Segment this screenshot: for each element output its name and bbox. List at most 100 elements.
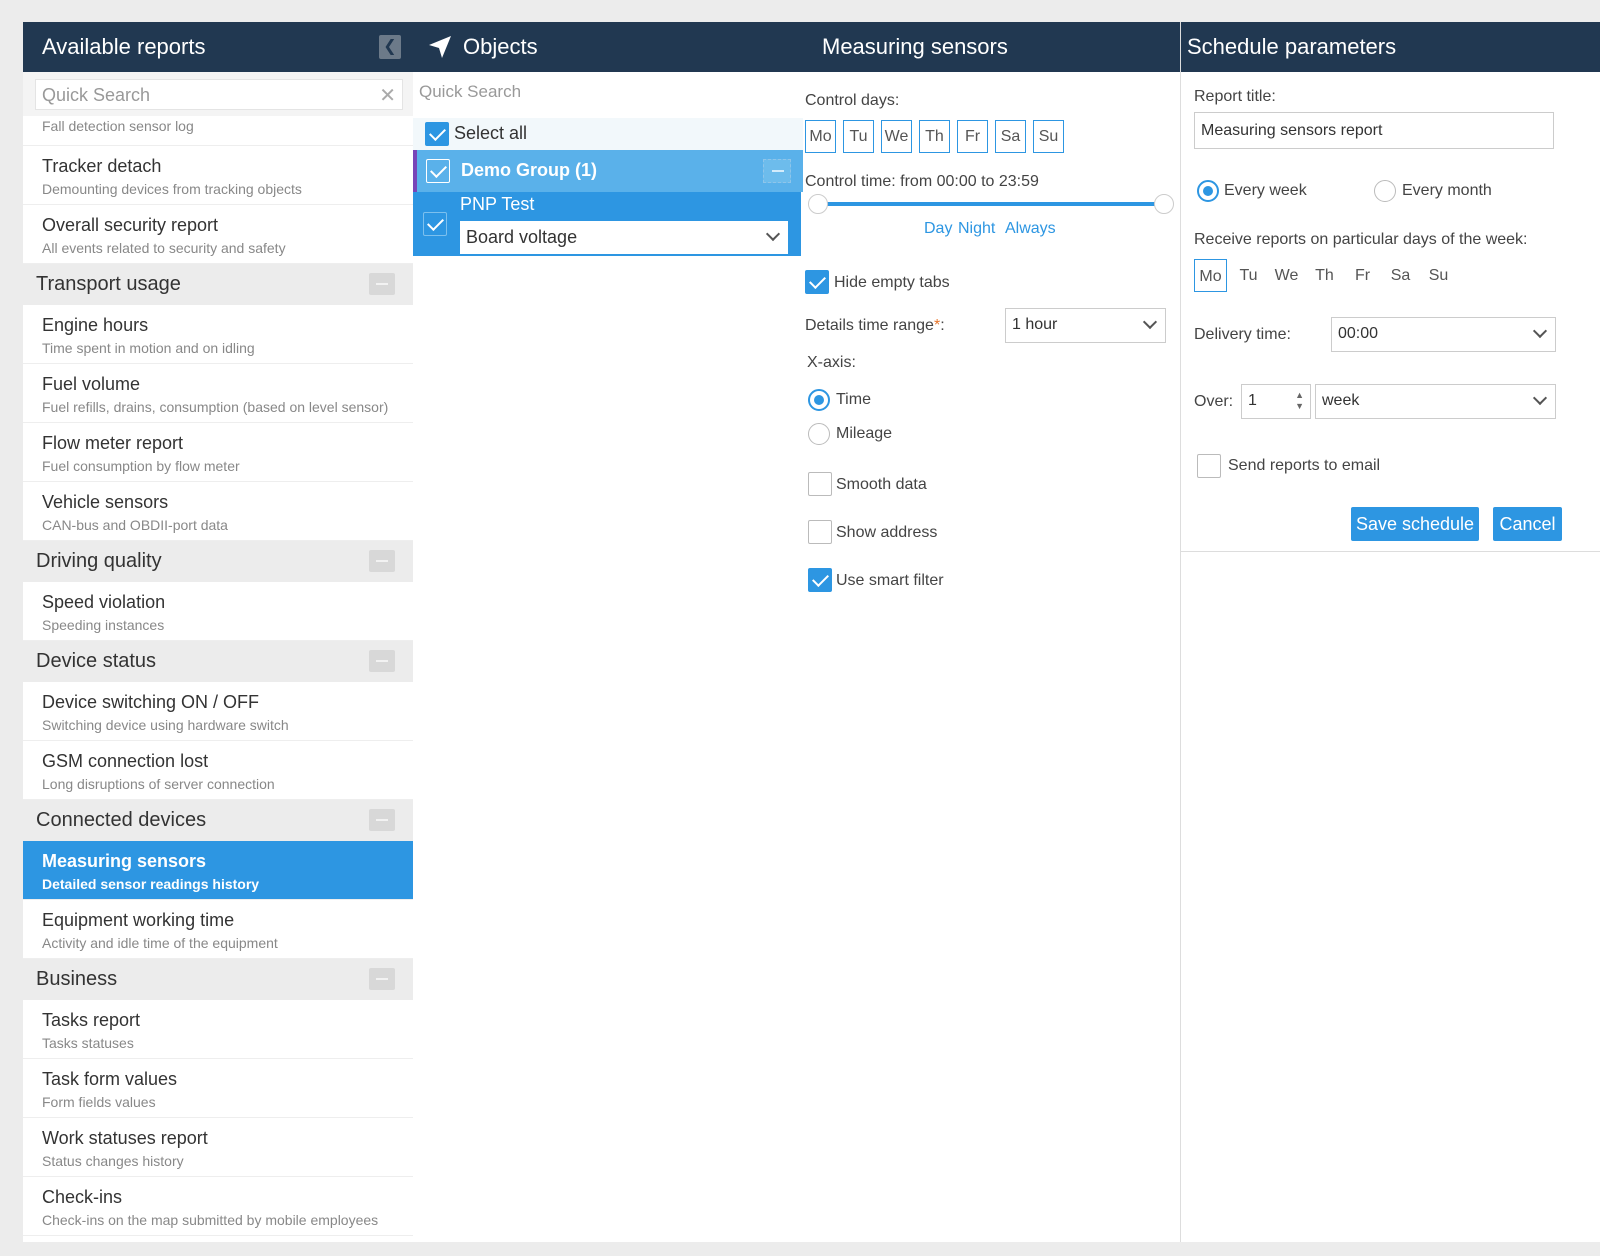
object-row[interactable]: PNP Test Board voltage: [413, 192, 801, 256]
report-item-tracker-detach[interactable]: Tracker detach Demounting devices from t…: [23, 146, 413, 205]
group-checkbox[interactable]: [426, 159, 450, 183]
objects-search-input[interactable]: Quick Search: [419, 82, 521, 102]
report-item-flow-meter[interactable]: Flow meter report Fuel consumption by fl…: [23, 423, 413, 482]
smooth-data-checkbox[interactable]: [808, 472, 832, 496]
report-title: Fuel volume: [42, 374, 141, 394]
show-address-checkbox[interactable]: [808, 520, 832, 544]
report-desc: Time spent in motion and on idling: [42, 340, 255, 356]
group-connected-devices[interactable]: Connected devices: [23, 800, 413, 841]
control-day-fr[interactable]: Fr: [957, 120, 988, 153]
smart-filter-checkbox[interactable]: [808, 568, 832, 592]
over-label: Over:: [1194, 393, 1234, 410]
report-title: Overall security report: [42, 215, 219, 235]
report-title-input[interactable]: Measuring sensors report: [1194, 112, 1554, 149]
hide-empty-tabs-checkbox[interactable]: [805, 270, 829, 294]
control-day-mo[interactable]: Mo: [805, 120, 836, 153]
report-item-task-form[interactable]: Task form values Form fields values: [23, 1059, 413, 1118]
over-number-input[interactable]: 1 ▲ ▼: [1241, 384, 1311, 419]
reports-header: Available reports ❮: [23, 22, 413, 72]
over-unit-select[interactable]: week: [1315, 384, 1556, 419]
every-week-radio[interactable]: [1197, 180, 1219, 202]
collapse-panel-icon[interactable]: ❮: [379, 35, 401, 59]
send-email-checkbox[interactable]: [1197, 454, 1221, 478]
collapse-group-icon[interactable]: [369, 809, 395, 831]
group-driving-quality[interactable]: Driving quality: [23, 541, 413, 582]
cancel-button[interactable]: Cancel: [1493, 507, 1562, 541]
xaxis-time-label: Time: [836, 391, 871, 408]
xaxis-mileage-radio[interactable]: [808, 423, 830, 445]
select-all-checkbox[interactable]: [425, 122, 449, 146]
search-placeholder: Quick Search: [42, 85, 151, 105]
select-all-row[interactable]: Select all: [413, 118, 803, 150]
save-schedule-button[interactable]: Save schedule: [1351, 507, 1479, 541]
collapse-group-icon[interactable]: [763, 159, 791, 183]
xaxis-label: X-axis:: [807, 354, 856, 371]
collapse-group-icon[interactable]: [369, 550, 395, 572]
schedule-day-we[interactable]: We: [1270, 259, 1303, 292]
schedule-day-mo[interactable]: Mo: [1194, 259, 1227, 292]
report-desc: Speeding instances: [42, 617, 165, 633]
smart-filter-label: Use smart filter: [836, 572, 944, 589]
preset-day-link[interactable]: Day: [924, 220, 952, 238]
time-slider-track[interactable]: [821, 202, 1161, 206]
delivery-time-select[interactable]: 00:00: [1331, 317, 1556, 352]
time-slider-end-handle[interactable]: [1154, 194, 1174, 214]
details-range-label: Details time range*:: [805, 317, 945, 335]
group-business[interactable]: Business: [23, 959, 413, 1000]
collapse-group-icon[interactable]: [369, 968, 395, 990]
stepper-arrows-icon[interactable]: ▲ ▼: [1295, 390, 1304, 412]
every-month-label: Every month: [1402, 182, 1492, 199]
report-item-work-statuses[interactable]: Work statuses report Status changes hist…: [23, 1118, 413, 1177]
report-item-engine-hours[interactable]: Engine hours Time spent in motion and on…: [23, 305, 413, 364]
report-item-speed-violation[interactable]: Speed violation Speeding instances: [23, 582, 413, 641]
xaxis-time-radio[interactable]: [808, 389, 830, 411]
object-group-row[interactable]: Demo Group (1): [413, 150, 803, 192]
schedule-day-sa[interactable]: Sa: [1384, 259, 1417, 292]
report-item-measuring-sensors[interactable]: Measuring sensors Detailed sensor readin…: [23, 841, 413, 900]
every-week-label: Every week: [1224, 182, 1307, 199]
sensors-header: Measuring sensors: [803, 22, 1193, 72]
schedule-day-fr[interactable]: Fr: [1346, 259, 1379, 292]
schedule-day-th[interactable]: Th: [1308, 259, 1341, 292]
sensor-select-value: Board voltage: [466, 227, 578, 247]
report-item-fall-detection[interactable]: Fall detection sensor log: [23, 116, 413, 146]
reports-list: Fall detection sensor log Tracker detach…: [23, 116, 413, 1236]
group-transport-usage[interactable]: Transport usage: [23, 264, 413, 305]
report-item-device-switching[interactable]: Device switching ON / OFF Switching devi…: [23, 682, 413, 741]
report-desc: Form fields values: [42, 1094, 156, 1110]
sensors-title: Measuring sensors: [822, 34, 1008, 59]
control-day-su[interactable]: Su: [1033, 120, 1064, 153]
details-range-select[interactable]: 1 hour: [1005, 308, 1166, 343]
report-item-tasks[interactable]: Tasks report Tasks statuses: [23, 1000, 413, 1059]
control-day-tu[interactable]: Tu: [843, 120, 874, 153]
reports-search-input[interactable]: Quick Search ✕: [35, 79, 403, 110]
sensor-select[interactable]: Board voltage: [460, 221, 788, 254]
control-day-we[interactable]: We: [881, 120, 912, 153]
preset-night-link[interactable]: Night: [958, 220, 995, 238]
control-day-th[interactable]: Th: [919, 120, 950, 153]
time-slider-start-handle[interactable]: [808, 194, 828, 214]
reports-panel: Available reports ❮ Quick Search ✕ Fall …: [23, 22, 413, 1242]
report-desc: Detailed sensor readings history: [42, 876, 260, 892]
report-title: Tracker detach: [42, 156, 162, 176]
report-item-check-ins[interactable]: Check-ins Check-ins on the map submitted…: [23, 1177, 413, 1236]
report-item-overall-security[interactable]: Overall security report All events relat…: [23, 205, 413, 264]
report-desc: Fuel consumption by flow meter: [42, 458, 240, 474]
report-item-gsm-lost[interactable]: GSM connection lost Long disruptions of …: [23, 741, 413, 800]
object-checkbox[interactable]: [423, 212, 447, 236]
collapse-group-icon[interactable]: [369, 273, 395, 295]
report-item-equipment-working[interactable]: Equipment working time Activity and idle…: [23, 900, 413, 959]
group-device-status[interactable]: Device status: [23, 641, 413, 682]
clear-search-icon[interactable]: ✕: [379, 83, 396, 108]
control-day-sa[interactable]: Sa: [995, 120, 1026, 153]
every-month-radio[interactable]: [1374, 180, 1396, 202]
schedule-day-tu[interactable]: Tu: [1232, 259, 1265, 292]
preset-always-link[interactable]: Always: [1005, 220, 1056, 238]
report-item-vehicle-sensors[interactable]: Vehicle sensors CAN-bus and OBDII-port d…: [23, 482, 413, 541]
collapse-group-icon[interactable]: [369, 650, 395, 672]
delivery-time-label: Delivery time:: [1194, 326, 1291, 343]
report-item-fuel-volume[interactable]: Fuel volume Fuel refills, drains, consum…: [23, 364, 413, 423]
schedule-day-su[interactable]: Su: [1422, 259, 1455, 292]
report-desc: Check-ins on the map submitted by mobile…: [42, 1212, 379, 1228]
report-desc: All events related to security and safet…: [42, 240, 286, 256]
